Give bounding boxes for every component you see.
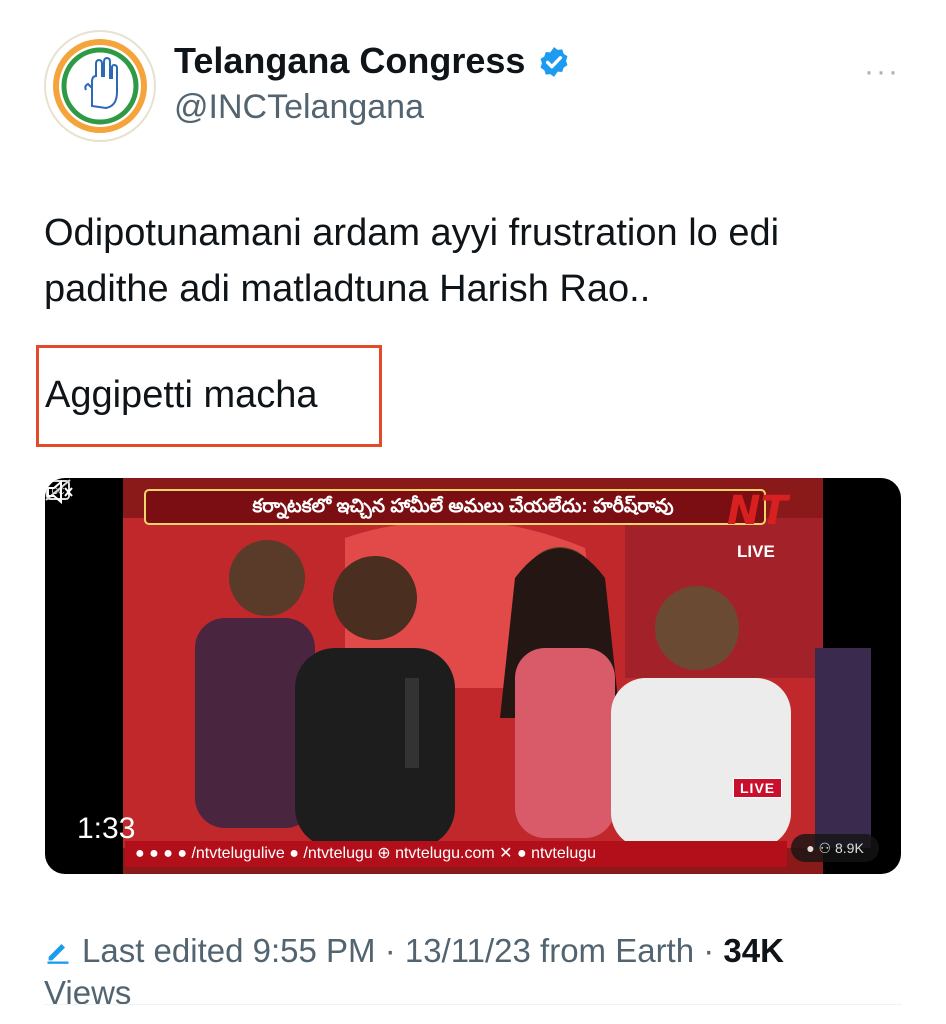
tweet-text-highlighted: Aggipetti macha — [45, 374, 318, 416]
source-label: from Earth · — [540, 932, 715, 969]
video-viewer-count: ● ⚇ 8.9K — [791, 834, 879, 862]
divider — [44, 1004, 902, 1005]
handle[interactable]: @INCTelangana — [174, 88, 424, 127]
video-ticker: కర్నాటకలో ఇచ్చిన హామీలే అమలు చేయలేదు: హర… — [252, 496, 674, 517]
tweet-text: Odipotunamani ardam ayyi frustration lo … — [44, 212, 780, 310]
more-options-icon[interactable]: ··· — [864, 55, 900, 89]
views-label: Views — [44, 974, 132, 1011]
congress-logo — [48, 34, 152, 138]
display-name[interactable]: Telangana Congress — [174, 40, 525, 82]
live-badge: LIVE — [733, 778, 783, 798]
edited-timestamp[interactable]: Last edited 9:55 PM · 13/11/23 — [82, 932, 531, 969]
avatar[interactable] — [44, 30, 156, 142]
mute-icon[interactable] — [45, 478, 75, 506]
verified-badge-icon — [540, 47, 568, 77]
video-social-bar: ● ● ● ● /ntvtelugulive ● /ntvtelugu ⊕ nt… — [125, 841, 787, 867]
video-player[interactable]: కర్నాటకలో ఇచ్చిన హామీలే అమలు చేయలేదు: హర… — [45, 478, 901, 874]
edit-pencil-icon — [47, 944, 69, 964]
tweet-meta: Last edited 9:55 PM · 13/11/23 from Eart… — [44, 930, 904, 1014]
live-label: LIVE — [737, 542, 775, 561]
channel-logo: NT — [727, 488, 788, 534]
views-count: 34K — [723, 932, 784, 969]
